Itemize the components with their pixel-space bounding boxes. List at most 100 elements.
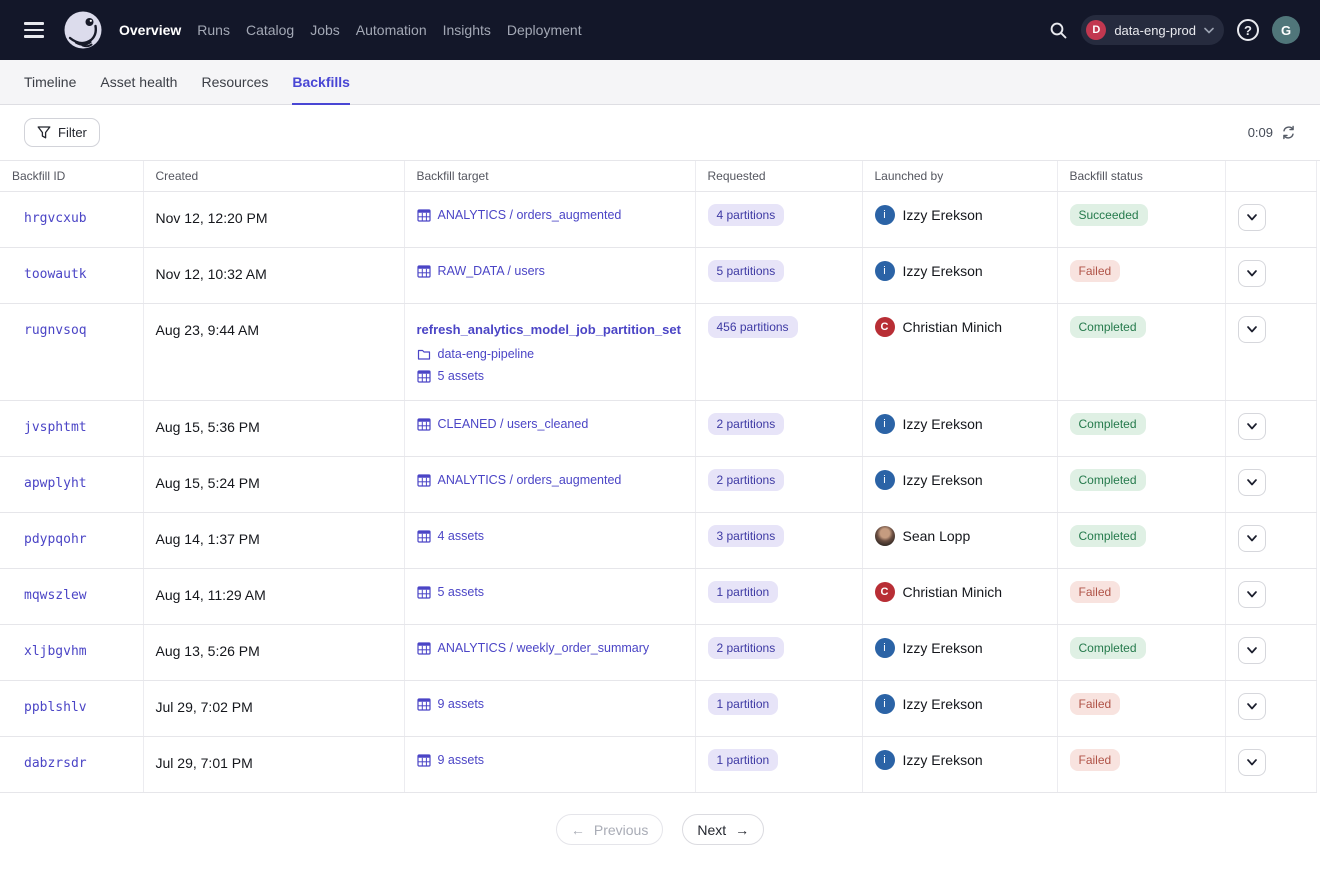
tab[interactable]: Asset health xyxy=(100,60,177,105)
backfill-row: mqwszlew Aug 14, 11:29 AM xyxy=(0,569,1316,625)
created-timestamp: Nov 12, 10:32 AM xyxy=(156,266,267,282)
backfill-id-link[interactable]: toowautk xyxy=(24,267,87,282)
target-asset-line: 5 assets xyxy=(417,585,683,600)
target-asset-link[interactable]: 5 assets xyxy=(438,585,485,600)
row-actions-menu-button[interactable] xyxy=(1238,316,1266,343)
chevron-down-icon xyxy=(1245,325,1259,334)
row-actions-menu-button[interactable] xyxy=(1238,260,1266,287)
backfill-id-link[interactable]: rugnvsoq xyxy=(24,323,87,338)
tab[interactable]: Timeline xyxy=(24,60,76,105)
asset-table-icon xyxy=(417,530,431,543)
row-actions-menu-button[interactable] xyxy=(1238,469,1266,496)
launched-by-avatar: i xyxy=(875,470,895,490)
deployment-switcher[interactable]: D data-eng-prod xyxy=(1081,15,1224,45)
requested-partitions-badge[interactable]: 1 partition xyxy=(708,749,779,771)
requested-partitions-badge[interactable]: 5 partitions xyxy=(708,260,785,282)
row-actions-menu-button[interactable] xyxy=(1238,525,1266,552)
backfill-id-link[interactable]: mqwszlew xyxy=(24,588,87,603)
row-actions-menu-button[interactable] xyxy=(1238,204,1266,231)
launched-by-avatar: i xyxy=(875,750,895,770)
target-asset-link[interactable]: ANALYTICS / orders_augmented xyxy=(438,208,622,223)
tab[interactable]: Resources xyxy=(201,60,268,105)
asset-table-icon xyxy=(417,209,431,222)
nav-item[interactable]: Runs xyxy=(197,18,230,42)
target-asset-link[interactable]: ANALYTICS / weekly_order_summary xyxy=(438,641,650,656)
launched-by-avatar: C xyxy=(875,317,895,337)
nav-item[interactable]: Jobs xyxy=(310,18,340,42)
created-timestamp: Aug 14, 11:29 AM xyxy=(156,587,266,603)
backfill-status-badge: Completed xyxy=(1070,316,1146,338)
help-icon[interactable]: ? xyxy=(1237,19,1259,41)
auto-refresh: 0:09 xyxy=(1248,125,1296,140)
requested-partitions-badge[interactable]: 4 partitions xyxy=(708,204,785,226)
tab[interactable]: Backfills xyxy=(292,60,350,105)
requested-partitions-badge[interactable]: 2 partitions xyxy=(708,469,785,491)
backfill-id-link[interactable]: xljbgvhm xyxy=(24,644,87,659)
chevron-down-icon xyxy=(1245,534,1259,543)
main-nav: Overview Runs Catalog Jobs Automation In… xyxy=(119,18,582,42)
menu-icon[interactable] xyxy=(18,16,50,43)
backfill-id-link[interactable]: hrgvcxub xyxy=(24,211,87,226)
dagster-logo[interactable] xyxy=(62,9,104,51)
requested-partitions-badge[interactable]: 2 partitions xyxy=(708,637,785,659)
requested-partitions-badge[interactable]: 1 partition xyxy=(708,581,779,603)
target-asset-link[interactable]: 9 assets xyxy=(438,753,485,768)
target-asset-line: 5 assets xyxy=(417,369,683,384)
column-header: Backfill status xyxy=(1057,161,1225,192)
created-timestamp: Aug 14, 1:37 PM xyxy=(156,531,260,547)
created-timestamp: Aug 15, 5:24 PM xyxy=(156,475,260,491)
target-asset-link[interactable]: RAW_DATA / users xyxy=(438,264,545,279)
launched-by-name: Izzy Erekson xyxy=(903,261,983,281)
chevron-down-icon xyxy=(1245,478,1259,487)
nav-item[interactable]: Overview xyxy=(119,18,181,42)
search-icon[interactable] xyxy=(1049,21,1068,40)
target-asset-line: ANALYTICS / orders_augmented xyxy=(417,473,683,488)
launched-by-name: Izzy Erekson xyxy=(903,694,983,714)
requested-partitions-badge[interactable]: 1 partition xyxy=(708,693,779,715)
target-asset-link[interactable]: 9 assets xyxy=(438,697,485,712)
row-actions-menu-button[interactable] xyxy=(1238,413,1266,440)
backfill-id-link[interactable]: jvsphtmt xyxy=(24,420,87,435)
backfill-id-link[interactable]: dabzrsdr xyxy=(24,756,87,771)
row-actions-menu-button[interactable] xyxy=(1238,637,1266,664)
target-asset-link[interactable]: CLEANED / users_cleaned xyxy=(438,417,589,432)
requested-partitions-badge[interactable]: 3 partitions xyxy=(708,525,785,547)
row-actions-menu-button[interactable] xyxy=(1238,749,1266,776)
backfill-status-badge: Completed xyxy=(1070,525,1146,547)
backfill-target-job-link[interactable]: refresh_analytics_model_job_partition_se… xyxy=(417,321,681,338)
column-header: Backfill ID xyxy=(0,161,143,192)
chevron-down-icon xyxy=(1245,269,1259,278)
arrow-left-icon: ← xyxy=(571,822,585,838)
backfill-id-link[interactable]: pdypqohr xyxy=(24,532,87,547)
requested-partitions-badge[interactable]: 2 partitions xyxy=(708,413,785,435)
user-avatar[interactable]: G xyxy=(1272,16,1300,44)
backfills-toolbar: Filter 0:09 xyxy=(0,105,1320,160)
target-asset-link[interactable]: 5 assets xyxy=(438,369,485,384)
requested-partitions-badge[interactable]: 456 partitions xyxy=(708,316,798,338)
folder-icon xyxy=(417,348,431,361)
row-actions-menu-button[interactable] xyxy=(1238,581,1266,608)
nav-item[interactable]: Deployment xyxy=(507,18,582,42)
nav-item[interactable]: Catalog xyxy=(246,18,294,42)
launched-by-name: Christian Minich xyxy=(903,317,1003,337)
deployment-name: data-eng-prod xyxy=(1114,23,1196,38)
nav-item[interactable]: Insights xyxy=(443,18,491,42)
nav-item[interactable]: Automation xyxy=(356,18,427,42)
backfill-id-link[interactable]: ppblshlv xyxy=(24,700,87,715)
target-asset-line: RAW_DATA / users xyxy=(417,264,683,279)
backfill-status-badge: Succeeded xyxy=(1070,204,1148,226)
target-asset-link[interactable]: ANALYTICS / orders_augmented xyxy=(438,473,622,488)
backfill-status-badge: Failed xyxy=(1070,749,1121,771)
backfill-status-badge: Failed xyxy=(1070,581,1121,603)
row-actions-menu-button[interactable] xyxy=(1238,693,1266,720)
refresh-icon[interactable] xyxy=(1281,125,1296,140)
next-button[interactable]: Next → xyxy=(682,814,764,845)
chevron-down-icon xyxy=(1245,758,1259,767)
target-folder-link[interactable]: data-eng-pipeline xyxy=(438,347,535,362)
launched-by: i Izzy Erekson xyxy=(875,205,1045,225)
filter-button[interactable]: Filter xyxy=(24,118,100,147)
previous-button[interactable]: ← Previous xyxy=(556,814,663,845)
target-asset-line: 4 assets xyxy=(417,529,683,544)
target-asset-link[interactable]: 4 assets xyxy=(438,529,485,544)
backfill-id-link[interactable]: apwplyht xyxy=(24,476,87,491)
